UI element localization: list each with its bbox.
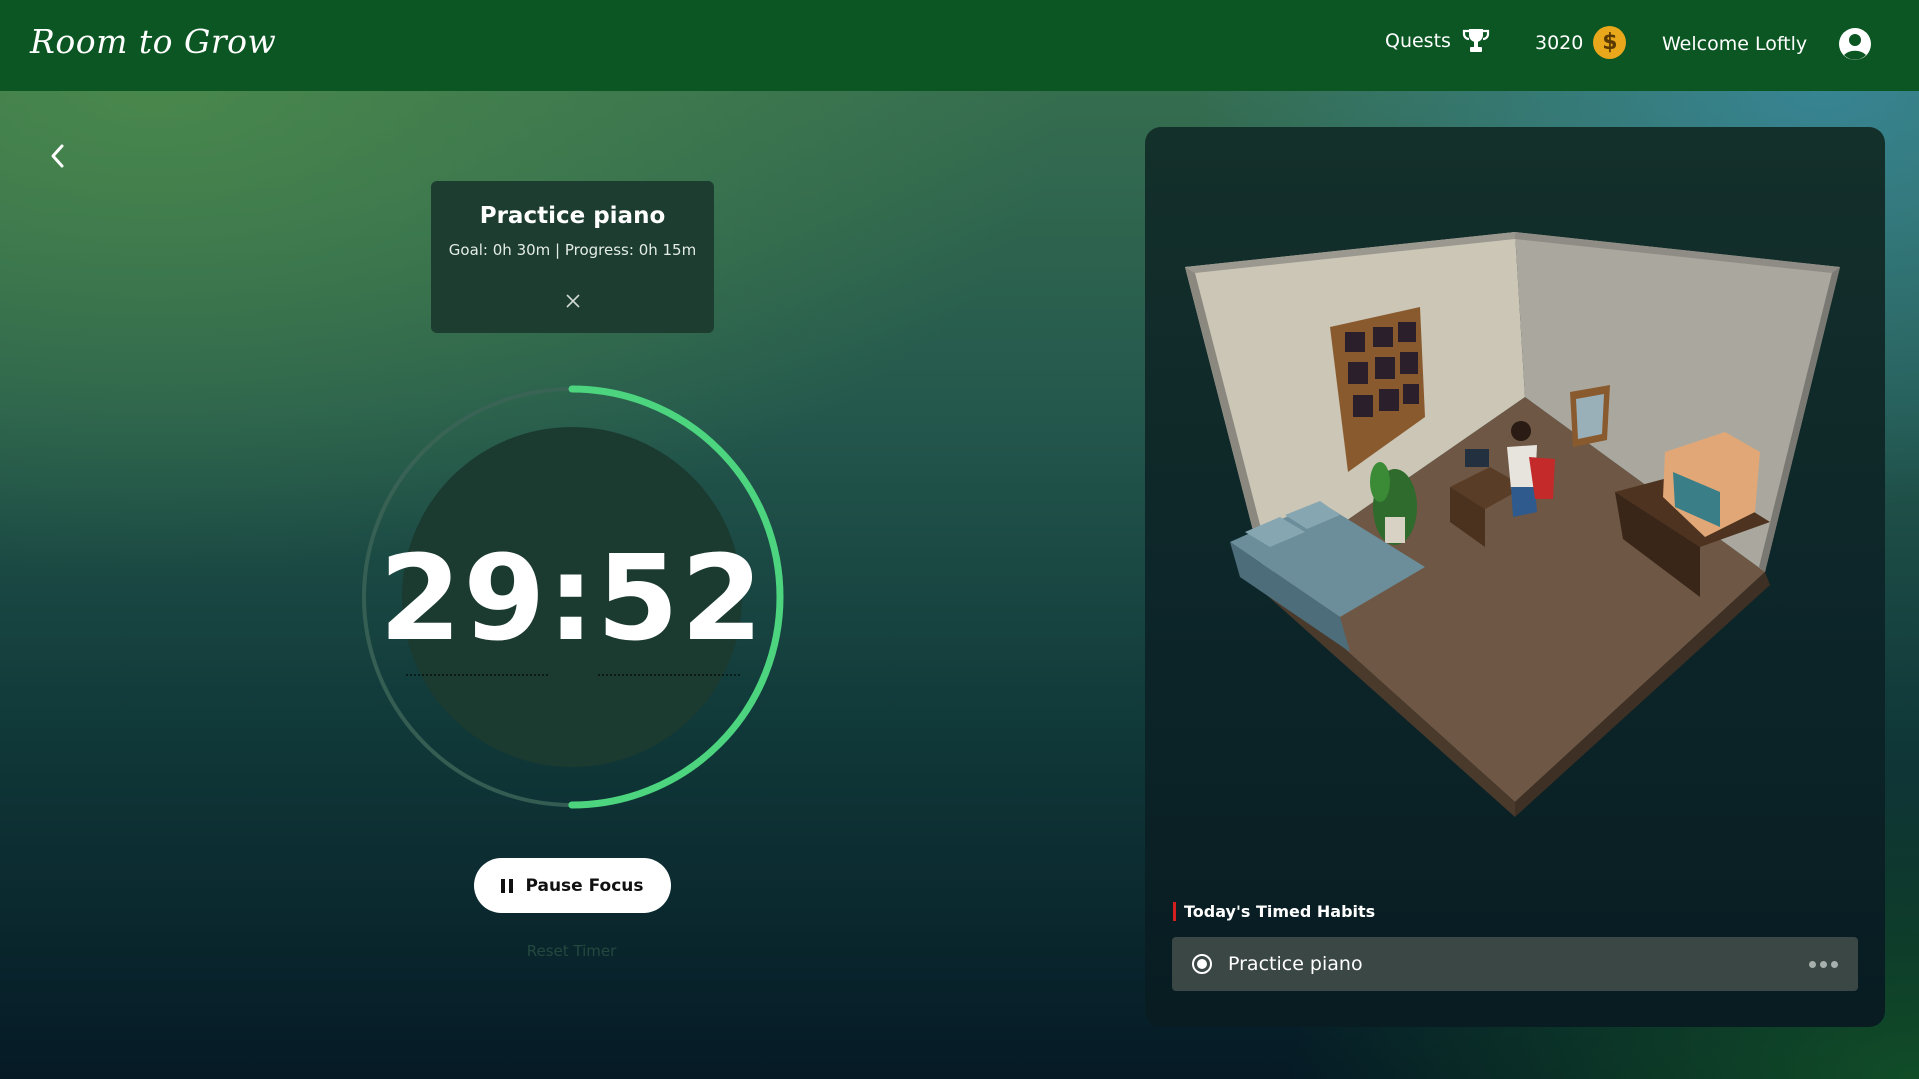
- pause-focus-button[interactable]: Pause Focus: [474, 858, 671, 913]
- back-chevron-icon[interactable]: [46, 142, 70, 170]
- pause-focus-label: Pause Focus: [525, 875, 644, 896]
- timer-display: 29:52: [379, 529, 765, 667]
- todays-timed-habits-heading: Today's Timed Habits: [1173, 902, 1375, 921]
- trophy-icon: [1462, 29, 1490, 52]
- timed-habit-label: Practice piano: [1228, 953, 1363, 975]
- app-logo[interactable]: Room to Grow: [30, 22, 276, 61]
- room-3d-scene[interactable]: [1145, 127, 1885, 847]
- coin-icon: $: [1593, 26, 1627, 59]
- focus-timer: 29:52: [356, 381, 788, 813]
- focus-habit-title: Practice piano: [479, 203, 666, 229]
- habit-active-radio-icon[interactable]: [1192, 954, 1212, 974]
- welcome-text: Welcome Loftly: [1662, 33, 1808, 55]
- more-options-icon[interactable]: [1809, 961, 1838, 968]
- coin-count: 3020: [1535, 31, 1584, 54]
- reset-timer-link[interactable]: Reset Timer: [470, 942, 673, 960]
- top-navbar: Room to Grow Quests 3020 $ Welcome Loftl…: [0, 0, 1919, 91]
- pause-icon: [501, 878, 514, 893]
- quests-link[interactable]: Quests: [1385, 26, 1491, 56]
- quests-label: Quests: [1385, 30, 1451, 52]
- user-avatar-icon[interactable]: [1838, 27, 1872, 61]
- room-panel: Today's Timed Habits Practice piano: [1145, 127, 1885, 1027]
- focus-habit-goal-progress: Goal: 0h 30m | Progress: 0h 15m: [448, 241, 697, 259]
- timer-divider-right: [598, 674, 740, 676]
- close-icon[interactable]: [565, 293, 581, 309]
- coin-balance: 3020 $: [1535, 26, 1627, 59]
- focus-habit-card: Practice piano Goal: 0h 30m | Progress: …: [431, 181, 714, 333]
- timed-habit-item[interactable]: Practice piano: [1172, 937, 1858, 991]
- timer-divider-left: [406, 674, 548, 676]
